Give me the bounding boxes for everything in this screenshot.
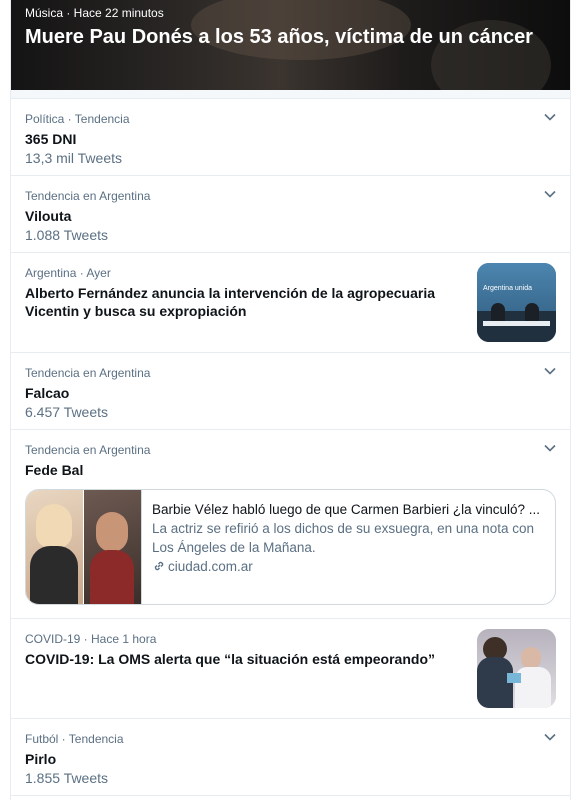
news-meta: Argentina · Ayer — [25, 266, 111, 280]
chevron-down-icon[interactable] — [542, 109, 558, 125]
trend-meta: Futból · Tendencia — [25, 732, 124, 746]
news-meta: COVID-19 · Hace 1 hora — [25, 632, 157, 646]
hero-news-banner[interactable]: Música · Hace 22 minutos Muere Pau Donés… — [11, 0, 570, 90]
chevron-down-icon[interactable] — [542, 729, 558, 745]
chevron-down-icon[interactable] — [542, 363, 558, 379]
trend-title: 365 DNI — [25, 131, 77, 147]
news-title: COVID-19: La OMS alerta que “la situació… — [25, 651, 435, 667]
chevron-down-icon[interactable] — [542, 440, 558, 456]
hero-meta: Música · Hace 22 minutos — [25, 6, 164, 20]
trend-meta: Tendencia en Argentina — [25, 443, 151, 457]
section-divider — [11, 90, 570, 99]
trend-meta: Política · Tendencia — [25, 112, 130, 126]
hero-title[interactable]: Muere Pau Donés a los 53 años, víctima d… — [25, 24, 545, 51]
trend-item[interactable]: Tendencia en Argentina Falcao 6.457 Twee… — [11, 353, 570, 430]
link-card-domain: ciudad.com.ar — [152, 557, 546, 576]
link-card-domain-text: ciudad.com.ar — [168, 559, 253, 574]
trend-title: Fede Bal — [25, 462, 84, 478]
link-card-title: Barbie Vélez habló luego de que Carmen B… — [152, 502, 540, 517]
trend-title: Falcao — [25, 385, 70, 401]
trend-count: 1.855 Tweets — [25, 770, 109, 786]
trend-count: 6.457 Tweets — [25, 404, 109, 420]
trend-item[interactable]: Tendencia en Argentina Fede Bal Barbie V… — [11, 430, 570, 619]
link-card-text: Barbie Vélez habló luego de que Carmen B… — [152, 500, 546, 576]
link-icon — [154, 561, 164, 571]
explore-page: Música · Hace 22 minutos Muere Pau Donés… — [0, 0, 576, 800]
link-card-description: La actriz se refirió a los dichos de su … — [152, 521, 534, 555]
chevron-down-icon[interactable] — [542, 186, 558, 202]
news-title: Alberto Fernández anuncia la intervenció… — [25, 285, 435, 319]
trend-item[interactable]: Política · Tendencia 365 DNI 13,3 mil Tw… — [11, 99, 570, 176]
news-item[interactable]: COVID-19 · Hace 1 hora COVID-19: La OMS … — [11, 619, 570, 719]
trend-item[interactable]: Futból · Tendencia Pirlo 1.855 Tweets — [11, 719, 570, 796]
news-thumbnail[interactable] — [477, 629, 556, 708]
trend-item[interactable]: Tendencia en Argentina Vilouta 1.088 Twe… — [11, 176, 570, 253]
news-thumbnail[interactable]: Argentina unida — [477, 263, 556, 342]
trend-meta: Tendencia en Argentina — [25, 366, 151, 380]
thumb-caption: Argentina unida — [483, 285, 533, 292]
trend-title: Pirlo — [25, 751, 57, 767]
trend-count: 13,3 mil Tweets — [25, 150, 123, 166]
explore-timeline: Música · Hace 22 minutos Muere Pau Donés… — [10, 0, 571, 800]
trend-count: 1.088 Tweets — [25, 227, 109, 243]
news-item[interactable]: Argentina · Ayer Alberto Fernández anunc… — [11, 253, 570, 353]
link-card-image — [26, 490, 142, 604]
link-card[interactable]: Barbie Vélez habló luego de que Carmen B… — [25, 489, 556, 605]
trend-title: Vilouta — [25, 208, 72, 224]
trend-meta: Tendencia en Argentina — [25, 189, 151, 203]
